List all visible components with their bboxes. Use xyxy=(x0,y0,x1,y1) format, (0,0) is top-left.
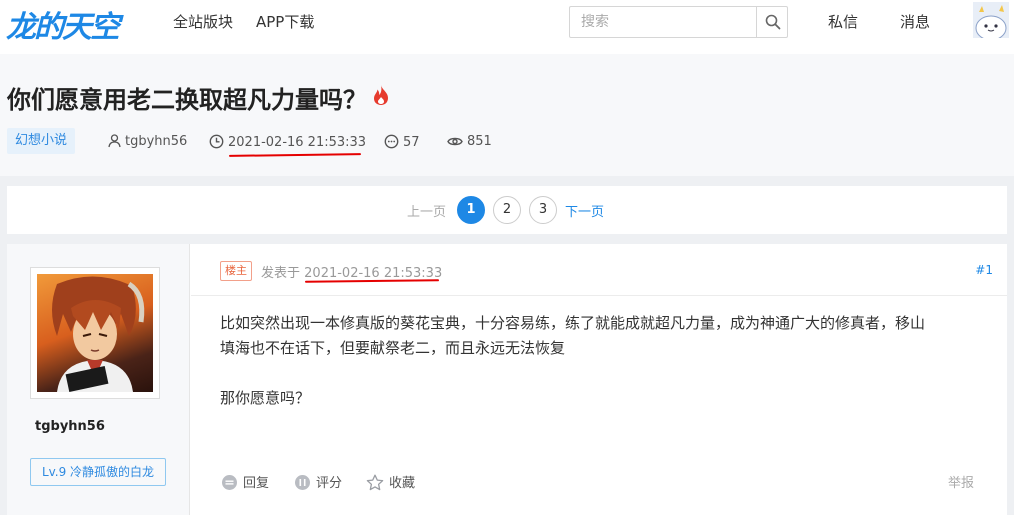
author-level-badge: Lv.9 冷静孤傲的白龙 xyxy=(30,458,166,486)
author-username[interactable]: tgbyhn56 xyxy=(35,419,105,434)
post-body-line-3: 那你愿意吗？ xyxy=(220,389,311,407)
reply-button[interactable]: 回复 xyxy=(221,472,269,491)
post-time-prefix: 发表于 xyxy=(261,266,301,281)
private-message-link[interactable]: 私信 xyxy=(828,11,858,32)
eye-icon xyxy=(447,137,463,146)
hot-flame-icon xyxy=(374,85,388,105)
thread-header: 你们愿意用老二换取超凡力量吗？ 幻想小说 tgbyhn56 2021-02-16… xyxy=(0,54,1014,176)
search-button[interactable] xyxy=(756,7,788,37)
top-header: 龙的天空 全站版块 APP下载 私信 消息 xyxy=(0,0,1014,46)
post-body-line-1: 比如突然出现一本修真版的葵花宝典，十分容易练，练了就能成就超凡力量，成为神通广大… xyxy=(220,314,926,332)
favorite-button[interactable]: 收藏 xyxy=(366,472,415,491)
pagination: 上一页 1 2 3 下一页 xyxy=(7,186,1007,234)
thread-time: 2021-02-16 21:53:33 xyxy=(209,134,366,150)
user-avatar[interactable] xyxy=(973,2,1009,38)
view-count: 851 xyxy=(447,134,492,149)
search-input[interactable] xyxy=(570,7,756,37)
reply-icon xyxy=(222,475,237,490)
next-page-link[interactable]: 下一页 xyxy=(565,201,604,220)
post-body-line-2: 填海也不在话下，但要献祭老二，而且永远无法恢复 xyxy=(220,339,566,357)
site-logo[interactable]: 龙的天空 xyxy=(6,2,120,46)
floor-number[interactable]: #1 xyxy=(975,263,993,277)
page-1-button[interactable]: 1 xyxy=(457,196,485,224)
anime-character-icon xyxy=(52,276,145,392)
nav-all-boards[interactable]: 全站版块 xyxy=(173,11,233,32)
rate-icon xyxy=(295,475,310,490)
page-2-button[interactable]: 2 xyxy=(493,196,521,224)
report-link[interactable]: 举报 xyxy=(948,472,974,491)
prev-page-link[interactable]: 上一页 xyxy=(407,201,446,220)
avatar-cartoon-icon xyxy=(973,2,1009,38)
op-badge: 楼主 xyxy=(220,261,252,281)
author-avatar[interactable] xyxy=(30,267,160,399)
search-icon xyxy=(765,14,781,30)
rate-button[interactable]: 评分 xyxy=(294,472,342,491)
page-3-button[interactable]: 3 xyxy=(529,196,557,224)
reply-count: 57 xyxy=(384,134,420,150)
thread-author-name: tgbyhn56 xyxy=(125,134,188,149)
search-box xyxy=(569,6,788,38)
nav-app-download[interactable]: APP下载 xyxy=(256,11,314,32)
favorite-label: 收藏 xyxy=(389,476,416,491)
thread-title: 你们愿意用老二换取超凡力量吗？ xyxy=(7,86,367,114)
reply-label: 回复 xyxy=(243,476,270,491)
thread-datetime: 2021-02-16 21:53:33 xyxy=(228,135,367,150)
post-header: 楼主 发表于 2021-02-16 21:53:33 #1 xyxy=(191,244,1007,296)
comment-icon xyxy=(384,134,399,149)
category-tag[interactable]: 幻想小说 xyxy=(7,128,76,154)
rate-label: 评分 xyxy=(316,476,343,491)
thread-author[interactable]: tgbyhn56 xyxy=(108,134,187,149)
star-icon xyxy=(366,474,384,491)
author-avatar-image xyxy=(37,274,153,392)
post-1: tgbyhn56 Lv.9 冷静孤傲的白龙 楼主 发表于 2021-02-16 … xyxy=(7,244,1007,515)
notifications-link[interactable]: 消息 xyxy=(900,11,930,32)
user-icon xyxy=(108,134,121,148)
view-count-value: 851 xyxy=(467,134,492,149)
clock-icon xyxy=(209,134,224,149)
author-sidebar: tgbyhn56 Lv.9 冷静孤傲的白龙 xyxy=(7,244,190,515)
reply-count-value: 57 xyxy=(403,135,420,150)
post-time: 发表于 2021-02-16 21:53:33 xyxy=(261,262,442,281)
